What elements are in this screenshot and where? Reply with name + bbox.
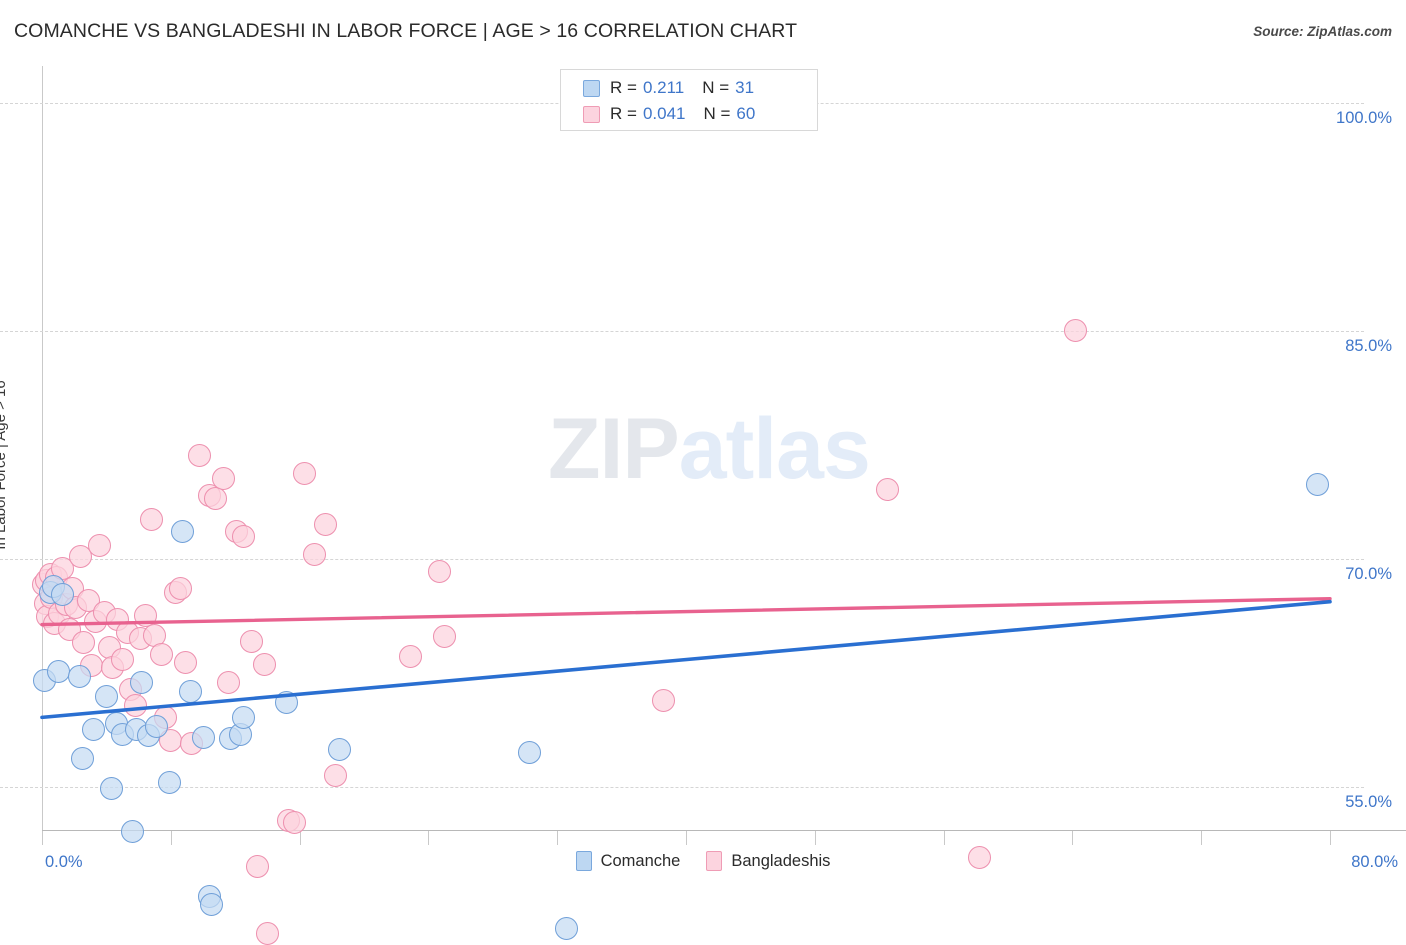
y-axis-title: In Labor Force | Age > 16 [0,380,9,550]
data-point-comanche[interactable] [51,582,75,606]
data-point-bangladeshis[interactable] [323,763,347,787]
x-axis-tick [299,831,301,845]
data-point-bangladeshis[interactable] [255,921,279,945]
data-point-bangladeshis[interactable] [212,466,236,490]
legend-label-comanche: Comanche [600,851,681,870]
stats-n-value-bangladeshis: 60 [736,104,756,123]
stats-r-key-comanche: R = [610,78,637,97]
x-axis-tick [42,831,43,845]
legend-item-bangladeshis[interactable]: Bangladeshis [706,851,830,871]
data-point-bangladeshis[interactable] [217,670,241,694]
series-legend: Comanche Bangladeshis [0,851,1406,871]
data-point-bangladeshis[interactable] [111,648,134,672]
stats-swatch-comanche-icon [583,79,600,97]
data-point-comanche[interactable] [275,690,299,714]
legend-label-bangladeshis: Bangladeshis [731,851,831,870]
data-point-bangladeshis[interactable] [252,652,276,676]
data-point-bangladeshis[interactable] [123,693,147,717]
data-point-comanche[interactable] [120,820,144,844]
data-point-bangladeshis[interactable] [1064,319,1088,343]
legend-swatch-comanche-icon [575,851,592,871]
legend-swatch-bangladeshis-icon [706,851,723,871]
data-point-comanche[interactable] [518,740,542,764]
data-point-comanche[interactable] [82,718,106,742]
data-point-comanche[interactable] [231,705,255,729]
x-axis-tick [557,831,559,845]
data-point-comanche[interactable] [328,737,352,761]
y-axis-tick-label: 100.0% [1336,108,1392,127]
stats-swatch-bangladeshis-icon [583,105,600,123]
stats-r-key-bangladeshis: R = [610,104,637,123]
data-point-comanche[interactable] [178,680,202,703]
y-axis-tick-label: 70.0% [1345,565,1392,584]
data-point-comanche[interactable] [199,893,223,917]
data-point-bangladeshis[interactable] [231,524,255,548]
x-axis-tick [1330,831,1331,845]
correlation-stats-box: R = 0.211 N = 31 R = 0.041 N = 60 [560,69,818,131]
data-point-bangladeshis[interactable] [428,559,452,583]
data-point-bangladeshis[interactable] [72,631,96,655]
source-attribution: Source: ZipAtlas.com [1253,24,1392,39]
data-point-bangladeshis[interactable] [651,689,675,713]
data-point-bangladeshis[interactable] [239,629,263,653]
data-point-bangladeshis[interactable] [302,543,326,567]
legend-item-comanche[interactable]: Comanche [575,851,681,871]
data-point-comanche[interactable] [157,771,181,795]
data-point-bangladeshis[interactable] [149,643,173,667]
x-axis-tick [170,831,172,845]
x-axis-tick [943,831,945,845]
stats-n-value-comanche: 31 [735,78,755,97]
x-axis-tick [814,831,816,845]
x-axis-tick [428,831,430,845]
plot-area [32,66,1330,945]
data-point-comanche[interactable] [70,746,94,770]
x-axis-tick [1072,831,1074,845]
stats-r-value-comanche: 0.211 [642,78,685,97]
stats-row-comanche: R = 0.211 N = 31 [583,75,817,101]
data-point-bangladeshis[interactable] [173,651,197,675]
data-point-bangladeshis[interactable] [292,462,316,486]
data-point-comanche[interactable] [191,725,215,749]
data-point-comanche[interactable] [46,660,70,684]
stats-n-key-comanche: N = [702,78,730,97]
y-axis-tick-label: 85.0% [1345,336,1392,355]
page-title: COMANCHE VS BANGLADESHI IN LABOR FORCE |… [14,20,798,42]
data-point-bangladeshis[interactable] [875,477,899,501]
chart-root: COMANCHE VS BANGLADESHI IN LABOR FORCE |… [0,0,1406,945]
data-point-bangladeshis[interactable] [188,444,212,468]
data-point-comanche[interactable] [99,777,123,801]
data-point-bangladeshis[interactable] [433,625,456,649]
stats-r-value-bangladeshis: 0.041 [642,104,686,123]
data-point-bangladeshis[interactable] [204,486,228,510]
data-point-comanche[interactable] [1305,473,1329,497]
data-point-bangladeshis[interactable] [399,645,423,668]
stats-n-key-bangladeshis: N = [703,104,731,123]
data-point-comanche[interactable] [170,520,194,544]
data-point-bangladeshis[interactable] [283,810,307,834]
data-point-bangladeshis[interactable] [139,508,163,532]
x-axis-tick [1201,831,1203,845]
data-point-comanche[interactable] [67,664,91,688]
data-point-bangladeshis[interactable] [313,512,337,536]
stats-row-bangladeshis: R = 0.041 N = 60 [583,101,817,127]
x-axis-tick [686,831,687,845]
data-point-comanche[interactable] [144,715,168,738]
data-point-comanche[interactable] [130,670,154,694]
data-point-comanche[interactable] [555,917,579,941]
data-point-bangladeshis[interactable] [168,576,192,600]
data-point-bangladeshis[interactable] [88,533,112,557]
y-axis-tick-label: 55.0% [1345,793,1392,812]
data-point-comanche[interactable] [94,684,118,708]
